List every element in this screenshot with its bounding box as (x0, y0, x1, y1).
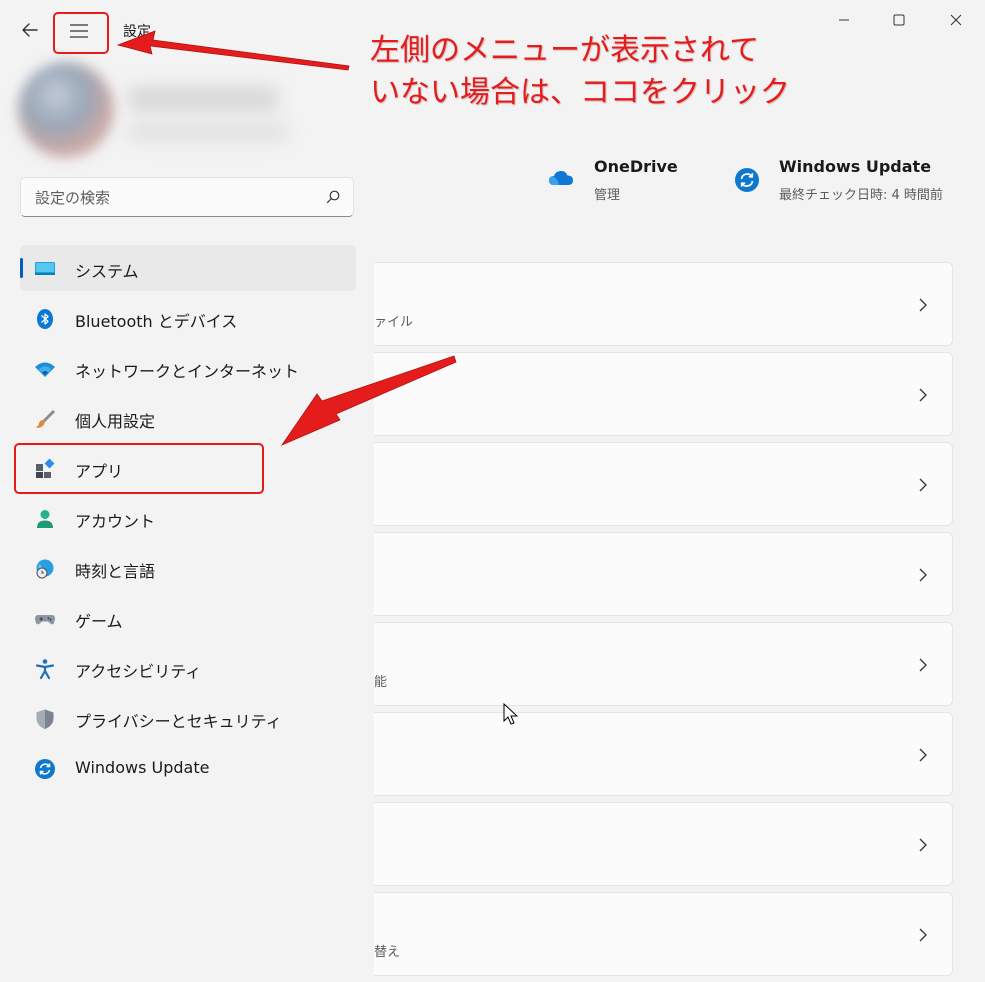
settings-card[interactable] (374, 802, 953, 886)
card-subtitle: 能 (374, 675, 388, 690)
sidebar-item-time-language[interactable]: 時刻と言語 (20, 545, 356, 591)
account-icon (37, 510, 53, 528)
close-button[interactable] (941, 8, 971, 32)
avatar (18, 62, 114, 158)
chevron-right-icon (919, 388, 927, 402)
window-title: 設定 (123, 24, 151, 40)
search-input[interactable] (33, 186, 307, 210)
minimize-button[interactable] (829, 8, 859, 32)
chevron-right-icon (919, 568, 927, 582)
sidebar-item-label: ネットワークとインターネット (75, 362, 300, 381)
chevron-right-icon (919, 928, 927, 942)
annotation-line-2: いない場合は、ココをクリック (370, 75, 790, 110)
settings-card[interactable] (374, 352, 953, 436)
sidebar-item-bluetooth[interactable]: Bluetooth とデバイス (20, 295, 356, 341)
settings-card[interactable] (374, 442, 953, 526)
sidebar-item-label: 時刻と言語 (75, 562, 156, 581)
windows-update-quick-link[interactable]: Windows Update 最終チェック日時: 4 時間前 (734, 157, 954, 207)
sidebar-item-label: アカウント (75, 512, 156, 531)
accessibility-icon (35, 659, 55, 680)
annotation-menu-highlight (53, 12, 109, 54)
sidebar-item-system[interactable]: システム (20, 245, 356, 291)
sidebar-item-windows-update[interactable]: Windows Update (20, 745, 356, 791)
chevron-right-icon (919, 658, 927, 672)
settings-card[interactable]: 能 (374, 622, 953, 706)
sidebar-item-label: 個人用設定 (75, 412, 156, 431)
annotation-apps-highlight (14, 443, 264, 494)
card-subtitle: ァイル (374, 315, 414, 330)
chevron-right-icon (919, 298, 927, 312)
time-language-icon (36, 559, 54, 579)
sidebar-item-label: アクセシビリティ (75, 662, 202, 681)
windows-update-icon (735, 168, 759, 192)
gamepad-icon (35, 615, 55, 625)
sidebar-item-gaming[interactable]: ゲーム (20, 595, 356, 641)
onedrive-quick-link[interactable]: OneDrive 管理 (548, 157, 688, 207)
shield-icon (36, 709, 54, 729)
settings-card[interactable]: 替え (374, 892, 953, 976)
back-arrow-icon[interactable] (18, 18, 42, 42)
system-icon (35, 262, 55, 275)
search-icon[interactable] (325, 189, 341, 205)
search-box[interactable] (20, 177, 354, 217)
windows-update-icon (35, 759, 55, 779)
content-area: OneDrive 管理 Windows Update 最終チェック日時: 4 時… (374, 60, 985, 977)
settings-card[interactable] (374, 532, 953, 616)
user-email-blurred (128, 122, 288, 142)
card-subtitle: 替え (374, 945, 401, 960)
sidebar-item-label: プライバシーとセキュリティ (75, 712, 282, 731)
settings-card[interactable] (374, 712, 953, 796)
chevron-right-icon (919, 748, 927, 762)
sidebar-item-privacy[interactable]: プライバシーとセキュリティ (20, 695, 356, 741)
mouse-cursor-icon (503, 703, 519, 725)
sidebar-item-label: Windows Update (75, 758, 210, 777)
windows-update-subtitle: 最終チェック日時: 4 時間前 (779, 188, 943, 203)
selected-indicator (20, 258, 23, 278)
paintbrush-icon (36, 410, 55, 428)
windows-update-title: Windows Update (779, 157, 932, 176)
sidebar-nav: システム Bluetooth とデバイス ネットワークとインターネット 個人用設… (20, 245, 356, 795)
annotation-text: 左側のメニューが表示されて いない場合は、ココをクリック (370, 30, 790, 114)
user-name-blurred (128, 86, 278, 112)
sidebar-item-personalization[interactable]: 個人用設定 (20, 395, 356, 441)
maximize-button[interactable] (884, 8, 914, 32)
sidebar-item-label: Bluetooth とデバイス (75, 312, 238, 331)
annotation-line-1: 左側のメニューが表示されて (370, 33, 760, 68)
sidebar-item-label: ゲーム (75, 612, 123, 631)
settings-card[interactable]: ァイル (374, 262, 953, 346)
bluetooth-icon (37, 309, 53, 329)
sidebar-item-accessibility[interactable]: アクセシビリティ (20, 645, 356, 691)
onedrive-title: OneDrive (594, 157, 678, 176)
sidebar-item-accounts[interactable]: アカウント (20, 495, 356, 541)
wifi-icon (35, 362, 55, 377)
chevron-right-icon (919, 838, 927, 852)
onedrive-subtitle: 管理 (594, 188, 621, 203)
sidebar-item-network[interactable]: ネットワークとインターネット (20, 345, 356, 391)
sidebar-item-label: システム (75, 262, 139, 281)
settings-card-list: ァイル 能 替え (374, 262, 953, 982)
user-profile[interactable] (8, 56, 300, 166)
chevron-right-icon (919, 478, 927, 492)
onedrive-cloud-icon (549, 171, 573, 185)
